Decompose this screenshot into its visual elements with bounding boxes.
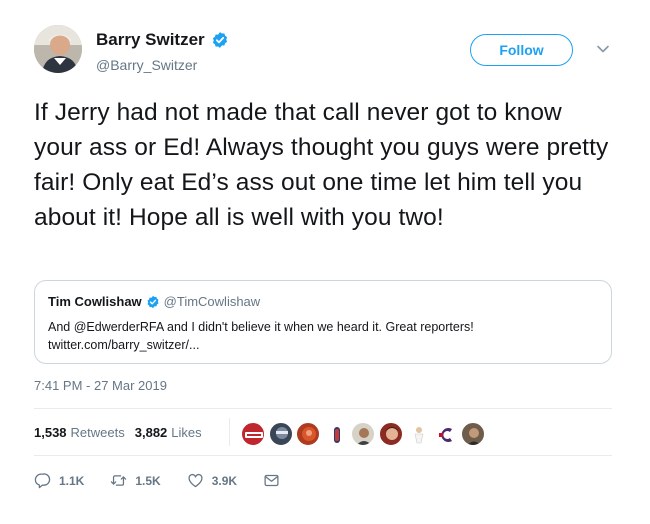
author-display-name[interactable]: Barry Switzer <box>96 30 205 50</box>
tweet-card: Barry Switzer @Barry_Switzer Follow If J… <box>0 0 650 524</box>
liker-avatar[interactable] <box>241 422 265 446</box>
liker-avatars <box>241 422 489 446</box>
liker-avatar[interactable] <box>351 422 375 446</box>
direct-message-icon <box>264 474 279 487</box>
liker-avatar[interactable] <box>378 422 403 446</box>
likes-label[interactable]: Likes <box>171 425 201 440</box>
reply-button[interactable]: 1.1K <box>34 472 84 489</box>
liker-avatar[interactable] <box>406 422 430 446</box>
retweets-count[interactable]: 1,538 <box>34 425 67 440</box>
divider <box>34 408 612 409</box>
author-handle[interactable]: @Barry_Switzer <box>96 57 197 73</box>
quoted-tweet-text-line: And @EdwerderRFA and I didn't believe it… <box>48 320 474 334</box>
retweet-icon <box>111 475 127 486</box>
quoted-author-name: Tim Cowlishaw <box>48 294 142 309</box>
liker-avatar[interactable] <box>323 422 348 446</box>
retweets-label[interactable]: Retweets <box>71 425 125 440</box>
tweet-timestamp[interactable]: 7:41 PM - 27 Mar 2019 <box>34 378 167 393</box>
liker-avatar[interactable] <box>433 422 458 446</box>
tweet-actions: 1.1K 1.5K 3.9K <box>34 472 280 489</box>
quoted-tweet-text: And @EdwerderRFA and I didn't believe it… <box>48 318 598 354</box>
retweet-count: 1.5K <box>135 473 161 488</box>
likes-count[interactable]: 3,882 <box>135 425 168 440</box>
liker-avatar[interactable] <box>268 422 293 446</box>
retweet-button[interactable]: 1.5K <box>110 472 161 489</box>
quoted-author-handle: @TimCowlishaw <box>163 294 261 309</box>
reply-icon <box>34 473 51 489</box>
verified-badge-icon <box>212 32 227 48</box>
quoted-tweet[interactable]: Tim Cowlishaw @TimCowlishaw And @Edwerde… <box>34 280 612 364</box>
verified-badge-icon <box>147 295 159 308</box>
liker-avatar[interactable] <box>296 422 320 446</box>
stats-separator <box>229 418 230 446</box>
like-button[interactable]: 3.9K <box>187 472 237 489</box>
author-avatar[interactable] <box>34 25 82 73</box>
divider <box>34 455 612 456</box>
direct-message-button[interactable] <box>263 472 280 489</box>
engagement-stats: 1,538 Retweets 3,882 Likes <box>34 425 202 440</box>
follow-button[interactable]: Follow <box>470 34 573 66</box>
like-heart-icon <box>188 473 203 488</box>
chevron-down-icon[interactable] <box>596 44 610 54</box>
like-count: 3.9K <box>211 473 238 488</box>
tweet-text: If Jerry had not made that call never go… <box>34 99 609 231</box>
reply-count: 1.1K <box>59 473 85 488</box>
quoted-tweet-header: Tim Cowlishaw @TimCowlishaw <box>48 294 260 309</box>
author-name-row: Barry Switzer <box>96 30 229 50</box>
liker-avatar[interactable] <box>461 422 485 446</box>
quoted-tweet-link[interactable]: twitter.com/barry_switzer/... <box>48 336 598 354</box>
